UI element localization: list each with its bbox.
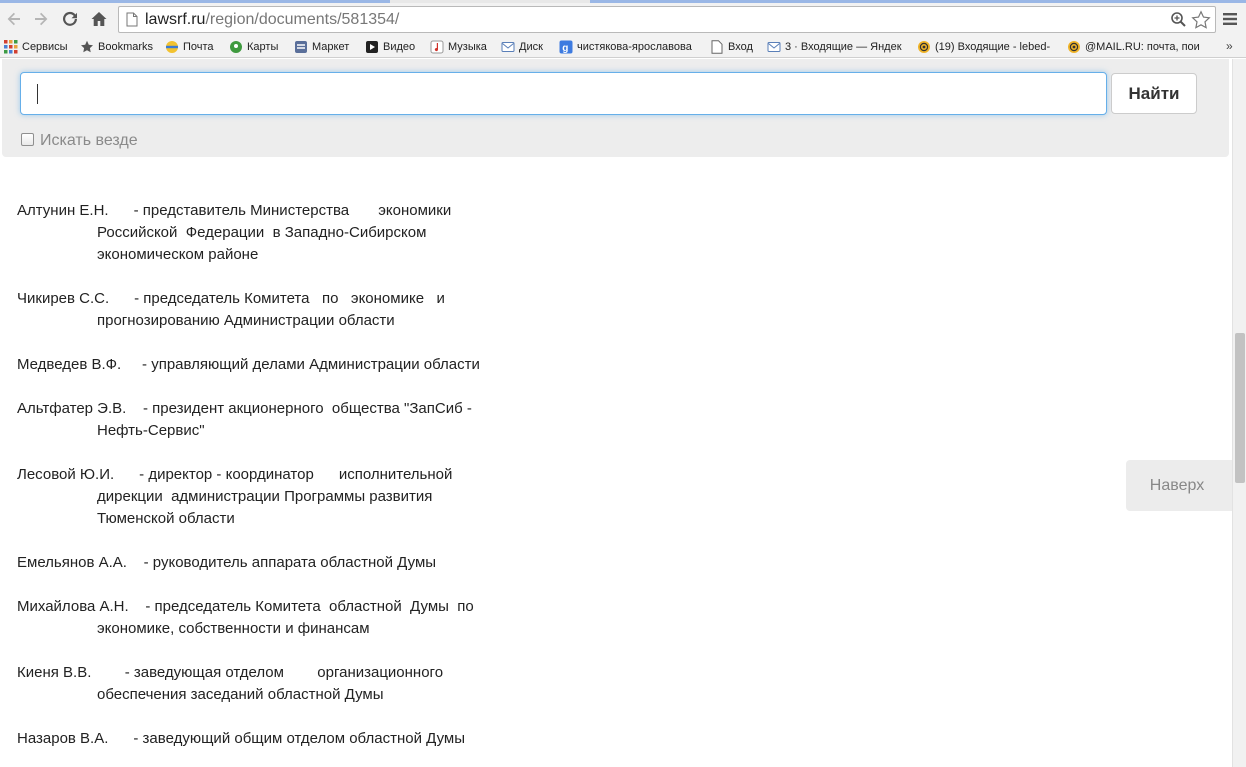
page-icon xyxy=(126,12,138,27)
reload-button[interactable] xyxy=(59,8,81,30)
document-entry: Медведев В.Ф. - управляющий делами Админ… xyxy=(17,354,537,376)
entry-continuation-line: экономическом районе xyxy=(97,246,259,263)
entry-continuation-line: экономике, собственности и финансам xyxy=(97,620,370,637)
entry-first-line: Назаров В.А. - заведующий общим отделом … xyxy=(17,730,466,747)
bookmarks-bar: Сервисы Bookmarks Почта Карты Маркет Вид… xyxy=(0,36,1246,58)
back-arrow-icon xyxy=(7,12,20,26)
bookmark-item[interactable]: (19) Входящие - lebed- xyxy=(917,39,1050,55)
entry-first-line: Альтфатер Э.В. - президент акционерного … xyxy=(17,400,472,417)
bookmark-item[interactable]: Bookmarks xyxy=(80,39,153,55)
text-caret xyxy=(37,84,38,104)
entry-first-line: Емельянов А.А. - руководитель аппарата о… xyxy=(17,554,437,571)
scrollbar-thumb[interactable] xyxy=(1235,333,1245,483)
entry-first-line: Киеня В.В. - заведующая отделом организа… xyxy=(17,664,444,681)
entry-continuation-line: обеспечения заседаний областной Думы xyxy=(97,686,384,703)
forward-arrow-icon xyxy=(35,12,48,26)
apps-grid-icon xyxy=(4,40,18,54)
video-icon xyxy=(365,40,379,54)
market-icon xyxy=(294,40,308,54)
search-everywhere-option[interactable]: Искать везде xyxy=(21,128,138,150)
svg-text:g: g xyxy=(562,43,568,54)
bookmark-label: Почта xyxy=(183,41,214,53)
mail-icon xyxy=(767,40,781,54)
document-entry: Альтфатер Э.В. - президент акционерного … xyxy=(17,398,537,442)
bookmark-item[interactable]: Сервисы xyxy=(4,39,68,55)
bookmark-label: Видео xyxy=(383,41,416,53)
entry-first-line: Алтунин Е.Н. - представитель Министерств… xyxy=(17,202,452,219)
bookmark-item[interactable]: Вход xyxy=(710,39,753,55)
entry-continuation-line: дирекции администрации Программы развити… xyxy=(97,488,433,505)
bookmark-label: Диск xyxy=(519,41,543,53)
at-sign-icon xyxy=(1067,40,1081,54)
home-button[interactable] xyxy=(88,8,110,30)
document-entry: Лесовой Ю.И. - директор - координатор ис… xyxy=(17,464,537,530)
bookmark-item[interactable]: Почта xyxy=(165,39,214,55)
at-sign-icon xyxy=(917,40,931,54)
bookmark-item[interactable]: Музыка xyxy=(430,39,487,55)
entry-first-line: Медведев В.Ф. - управляющий делами Админ… xyxy=(17,356,480,373)
forward-button[interactable] xyxy=(30,8,52,30)
entry-first-line: Чикирев С.С. - председатель Комитета по … xyxy=(17,290,445,307)
bookmarks-overflow-button[interactable]: » xyxy=(1226,39,1233,53)
document-entry: Киеня В.В. - заведующая отделом организа… xyxy=(17,662,537,706)
bookmark-label: Карты xyxy=(247,41,279,53)
document-text: Алтунин Е.Н. - представитель Министерств… xyxy=(17,200,537,767)
bookmark-item[interactable]: g чистякова-ярославова xyxy=(559,39,692,55)
url-path: /region/documents/581354/ xyxy=(205,11,400,28)
address-bar[interactable]: lawsrf.ru/region/documents/581354/ xyxy=(118,6,1216,33)
bookmark-item[interactable]: Карты xyxy=(229,39,278,55)
bookmark-item[interactable]: Маркет xyxy=(294,39,349,55)
page-icon xyxy=(710,40,724,54)
entry-continuation-line: прогнозированию Администрации области xyxy=(97,312,395,329)
document-entry: Назаров В.А. - заведующий общим отделом … xyxy=(17,728,537,750)
home-icon xyxy=(91,12,107,26)
back-to-top-button[interactable]: Наверх xyxy=(1126,460,1232,511)
search-button[interactable]: Найти xyxy=(1111,73,1197,114)
entry-first-line: Михайлова А.Н. - председатель Комитета о… xyxy=(17,598,474,615)
search-input[interactable] xyxy=(20,72,1107,115)
menu-icon[interactable] xyxy=(1222,11,1238,27)
bookmark-item[interactable]: Видео xyxy=(365,39,415,55)
entry-continuation-line: Тюменской области xyxy=(97,510,235,527)
document-entry: Алтунин Е.Н. - представитель Министерств… xyxy=(17,200,537,266)
back-button[interactable] xyxy=(3,8,25,30)
maps-icon xyxy=(229,40,243,54)
search-panel: Найти Искать везде xyxy=(2,59,1229,157)
bookmark-label: Bookmarks xyxy=(98,41,154,53)
disk-mail-icon xyxy=(501,40,515,54)
search-everywhere-label: Искать везде xyxy=(40,132,138,149)
google-plus-icon: g xyxy=(559,40,573,54)
document-entry: Михайлова А.Н. - председатель Комитета о… xyxy=(17,596,537,640)
zoom-icon[interactable] xyxy=(1170,11,1187,28)
bookmark-label: Маркет xyxy=(312,41,350,53)
reload-icon xyxy=(63,11,77,26)
bookmark-label: Сервисы xyxy=(22,41,68,53)
bookmark-label: Вход xyxy=(728,41,753,53)
url-host: lawsrf.ru xyxy=(145,11,206,28)
document-entry: Емельянов А.А. - руководитель аппарата о… xyxy=(17,552,537,574)
bookmark-label: 3 · Входящие — Яндек xyxy=(785,41,902,53)
entry-first-line: Лесовой Ю.И. - директор - координатор ис… xyxy=(17,466,453,483)
bookmark-label: @MAIL.RU: почта, пои xyxy=(1085,41,1200,53)
url-text: lawsrf.ru/region/documents/581354/ xyxy=(145,11,399,29)
bookmark-item[interactable]: 3 · Входящие — Яндек xyxy=(767,39,902,55)
mail-globe-icon xyxy=(165,40,179,54)
browser-toolbar: lawsrf.ru/region/documents/581354/ xyxy=(0,3,1246,36)
bookmark-item[interactable]: @MAIL.RU: почта, пои xyxy=(1067,39,1200,55)
page-content: Найти Искать везде Алтунин Е.Н. - предст… xyxy=(0,59,1232,767)
bookmark-item[interactable]: Диск xyxy=(501,39,543,55)
entry-continuation-line: Российской Федерации в Западно-Сибирском xyxy=(97,224,427,241)
page-scrollbar[interactable] xyxy=(1232,59,1246,767)
search-everywhere-checkbox[interactable] xyxy=(21,132,34,146)
bookmark-label: Музыка xyxy=(448,41,487,53)
music-icon xyxy=(430,40,444,54)
bookmark-label: чистякова-ярославова xyxy=(577,41,692,53)
bookmark-star-icon[interactable] xyxy=(1191,10,1211,30)
entry-continuation-line: Нефть-Сервис" xyxy=(97,422,205,439)
bookmark-label: (19) Входящие - lebed- xyxy=(935,41,1051,53)
document-entry: Чикирев С.С. - председатель Комитета по … xyxy=(17,288,537,332)
star-icon xyxy=(80,40,94,54)
